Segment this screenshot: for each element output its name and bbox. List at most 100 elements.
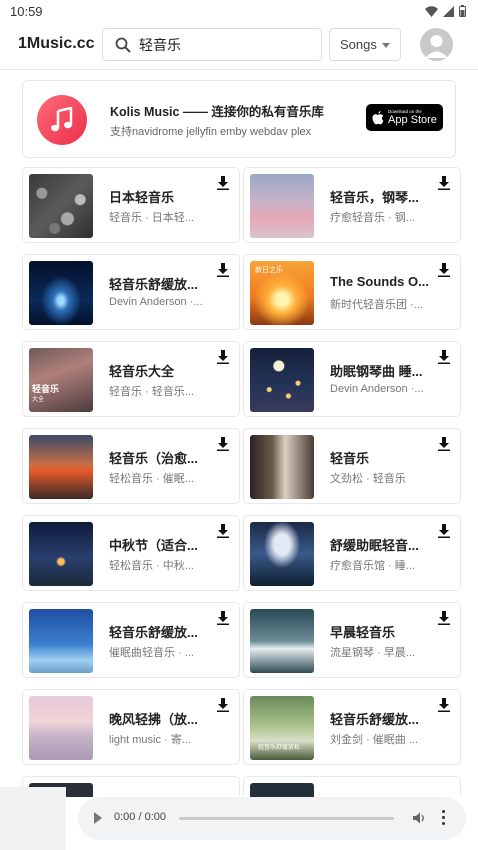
search-icon <box>115 37 131 53</box>
chevron-down-icon <box>382 43 390 48</box>
song-card[interactable]: 中秋节（适合... 轻松音乐 · 中秋... <box>22 515 240 591</box>
song-meta: 刘金剑 · 催眠曲 ... <box>330 734 418 746</box>
download-icon[interactable] <box>216 176 230 190</box>
song-meta: 轻音乐 · 日本轻... <box>109 212 194 224</box>
song-card[interactable]: 轻音乐舒缓放松 轻音乐舒缓放... 刘金剑 · 催眠曲 ... <box>243 689 461 765</box>
song-card[interactable]: 日本轻音乐 轻音乐 · 日本轻... <box>22 167 240 243</box>
song-title: 日本轻音乐 <box>109 190 175 205</box>
promo-subtitle: 支持navidrome jellyfin emby webdav plex <box>110 126 312 138</box>
song-meta: 新时代轻音乐团 ·... <box>330 299 423 311</box>
cover-subtext: 大全 <box>32 397 45 403</box>
song-meta: 催眠曲轻音乐 · ... <box>109 647 194 659</box>
song-cover <box>29 435 93 499</box>
download-icon[interactable] <box>216 698 230 712</box>
type-select-value: Songs <box>340 37 377 52</box>
song-cover <box>250 609 314 673</box>
song-card[interactable]: 晚风轻拂（放... light music · 寄... <box>22 689 240 765</box>
status-bar: 10:59 <box>0 0 478 22</box>
song-cover <box>250 783 314 797</box>
song-card[interactable]: 早晨轻音乐 流星钢琴 · 早晨... <box>243 602 461 678</box>
download-icon[interactable] <box>437 437 451 451</box>
download-icon[interactable] <box>216 524 230 538</box>
download-icon[interactable] <box>216 437 230 451</box>
song-cover: 轻音乐 大全 <box>29 348 93 412</box>
song-card[interactable]: 轻音乐，钢琴... 疗愈轻音乐 · 钢... <box>243 167 461 243</box>
download-icon[interactable] <box>437 263 451 277</box>
song-card[interactable]: 舒缓助眠轻音... 疗愈音乐馆 · 睡... <box>243 515 461 591</box>
song-title: 轻音乐（治愈... <box>109 451 198 466</box>
music-note-icon <box>51 107 73 132</box>
wifi-icon <box>425 5 438 17</box>
song-cover <box>29 261 93 325</box>
song-title: 舒缓助眠轻音... <box>330 538 419 553</box>
download-icon[interactable] <box>437 176 451 190</box>
avatar[interactable] <box>420 28 453 61</box>
download-icon[interactable] <box>216 611 230 625</box>
song-meta: 流星钢琴 · 早晨... <box>330 647 415 659</box>
song-card[interactable]: 新日之乐 The Sounds O... 新时代轻音乐团 ·... <box>243 254 461 330</box>
type-select[interactable]: Songs <box>329 28 401 61</box>
song-card[interactable]: 轻音乐 文劲松 · 轻音乐 <box>243 428 461 504</box>
song-meta: 轻音乐 · 轻音乐... <box>109 386 194 398</box>
song-title: 轻音乐大全 <box>109 364 175 379</box>
download-icon[interactable] <box>437 611 451 625</box>
search-box[interactable] <box>102 28 322 61</box>
song-cover <box>250 435 314 499</box>
app-title[interactable]: 1Music.cc <box>18 35 94 53</box>
apple-icon <box>372 110 384 124</box>
status-time: 10:59 <box>10 3 43 19</box>
song-cover <box>250 174 314 238</box>
app-store-badge[interactable]: Download on the App Store <box>366 104 443 131</box>
song-cover <box>250 348 314 412</box>
song-cover <box>29 174 93 238</box>
song-cover <box>29 522 93 586</box>
song-cover <box>250 522 314 586</box>
download-icon[interactable] <box>216 350 230 364</box>
download-icon[interactable] <box>437 698 451 712</box>
song-title: 中秋节（适合... <box>109 538 198 553</box>
song-meta: Devin Anderson ·... <box>330 383 424 395</box>
song-title: 轻音乐舒缓放... <box>330 712 419 727</box>
search-input[interactable] <box>139 36 299 53</box>
player-time: 0:00 / 0:00 <box>114 811 166 823</box>
bottom-left-panel <box>0 787 66 850</box>
cover-text: 轻音乐舒缓放松 <box>258 745 301 751</box>
song-cover <box>29 609 93 673</box>
song-meta: 文劲松 · 轻音乐 <box>330 473 406 485</box>
song-card[interactable]: 助眠钢琴曲 睡... Devin Anderson ·... <box>243 341 461 417</box>
song-card-partial[interactable] <box>243 776 461 797</box>
download-icon[interactable] <box>437 524 451 538</box>
song-title: 早晨轻音乐 <box>330 625 396 640</box>
app-store-text: App Store <box>388 114 437 126</box>
song-title: 轻音乐，钢琴... <box>330 190 419 205</box>
status-icons <box>425 5 466 17</box>
song-cover <box>29 696 93 760</box>
battery-icon <box>459 5 466 17</box>
kolis-app-icon <box>37 95 87 145</box>
volume-icon[interactable] <box>412 811 426 825</box>
promo-banner[interactable]: Kolis Music —— 连接你的私有音乐库 支持navidrome jel… <box>22 80 456 158</box>
song-title: 轻音乐舒缓放... <box>109 625 198 640</box>
song-card[interactable]: 轻音乐（治愈... 轻松音乐 · 催眠... <box>22 428 240 504</box>
audio-player[interactable]: 0:00 / 0:00 <box>78 797 466 840</box>
cover-text: 新日之乐 <box>255 267 283 274</box>
song-meta: 疗愈轻音乐 · 钢... <box>330 212 415 224</box>
progress-track[interactable] <box>179 817 394 820</box>
avatar-icon <box>425 35 448 58</box>
song-cover: 新日之乐 <box>250 261 314 325</box>
song-meta: Devin Anderson ·... <box>109 296 203 308</box>
song-meta: 疗愈音乐馆 · 睡... <box>330 560 415 572</box>
download-icon[interactable] <box>216 263 230 277</box>
song-meta: 轻松音乐 · 中秋... <box>109 560 194 572</box>
song-card[interactable]: 轻音乐舒缓放... Devin Anderson ·... <box>22 254 240 330</box>
more-vert-icon[interactable] <box>442 810 446 826</box>
song-card[interactable]: 轻音乐舒缓放... 催眠曲轻音乐 · ... <box>22 602 240 678</box>
play-icon[interactable] <box>94 812 102 824</box>
song-title: The Sounds O... <box>330 274 429 289</box>
app-header: 1Music.cc Songs <box>0 22 478 70</box>
song-card[interactable]: 轻音乐 大全 轻音乐大全 轻音乐 · 轻音乐... <box>22 341 240 417</box>
song-title: 轻音乐 <box>330 451 370 466</box>
promo-title: Kolis Music —— 连接你的私有音乐库 <box>110 105 324 119</box>
song-title: 轻音乐舒缓放... <box>109 277 198 292</box>
download-icon[interactable] <box>437 350 451 364</box>
